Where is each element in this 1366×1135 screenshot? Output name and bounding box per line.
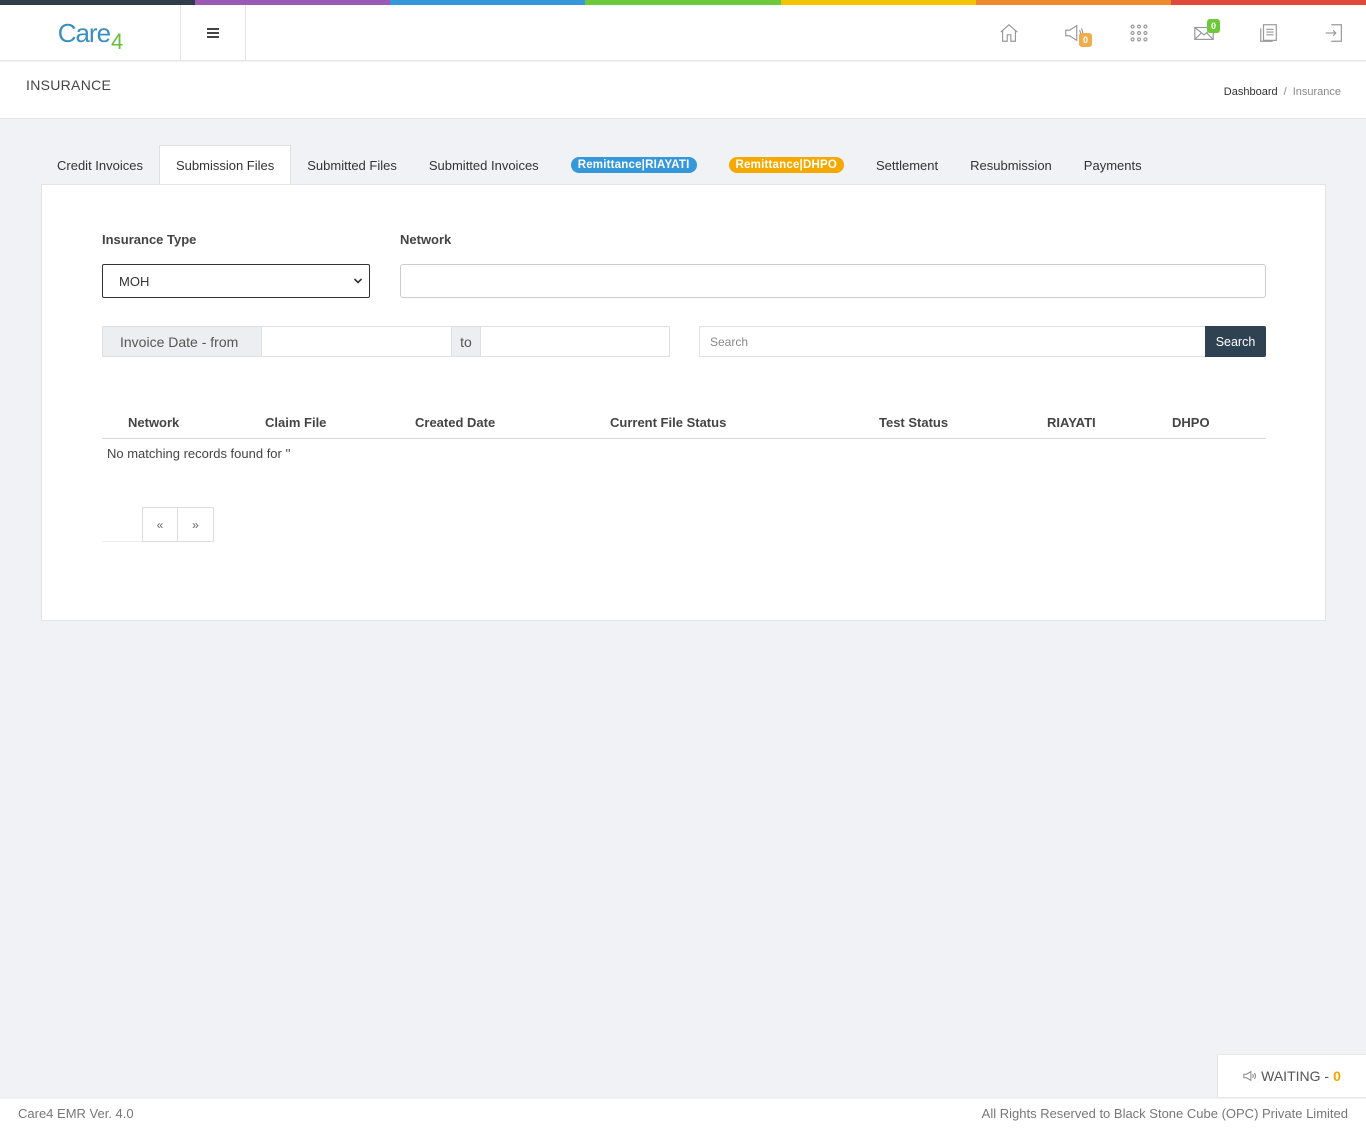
megaphone-icon: [1243, 1070, 1257, 1082]
tab-label: Submission Files: [175, 158, 275, 173]
column-dhpo[interactable]: DHPO: [1172, 415, 1210, 430]
empty-table-message: No matching records found for '': [107, 446, 291, 461]
app-version: Care4 EMR Ver. 4.0: [18, 1106, 134, 1121]
logout-button[interactable]: [1301, 5, 1366, 61]
table-header: Network Claim File Created Date Current …: [102, 413, 1266, 439]
tab-credit-invoices[interactable]: Credit Invoices: [41, 145, 159, 185]
logo-text: Care: [57, 17, 111, 48]
column-current-file-status[interactable]: Current File Status: [610, 415, 726, 430]
messages-button[interactable]: 0: [1171, 5, 1236, 61]
tab-label: Submitted Invoices: [428, 157, 539, 173]
home-button[interactable]: [976, 5, 1041, 61]
tab-label: Payments: [1083, 157, 1142, 173]
home-icon: [999, 23, 1018, 42]
copyright-text: All Rights Reserved to Black Stone Cube …: [981, 1106, 1348, 1121]
insurance-tabs: Credit Invoices Submission Files Submitt…: [41, 145, 1158, 185]
remittance-dhpo-pill: Remittance|DHPO: [728, 157, 844, 173]
search-input[interactable]: Search: [699, 326, 1206, 357]
breadcrumb-separator: /: [1283, 86, 1287, 98]
column-network[interactable]: Network: [128, 415, 179, 430]
tab-label: Submitted Files: [307, 157, 397, 173]
logout-icon: [1325, 24, 1342, 42]
next-page-button[interactable]: »: [178, 507, 214, 542]
tab-submitted-invoices[interactable]: Submitted Invoices: [413, 145, 555, 185]
reports-button[interactable]: [1236, 5, 1301, 61]
hamburger-icon: [207, 26, 219, 40]
breadcrumb: Dashboard / Insurance: [1224, 86, 1341, 98]
logo-suffix: 4: [111, 28, 123, 54]
column-claim-file[interactable]: Claim File: [265, 415, 326, 430]
chevron-down-icon: [353, 278, 363, 284]
breadcrumb-current: Insurance: [1292, 86, 1341, 98]
previous-page-button[interactable]: «: [142, 507, 178, 542]
app-logo: Care4: [57, 17, 124, 54]
waiting-queue-widget[interactable]: WAITING -0: [1217, 1054, 1366, 1098]
tab-submitted-files[interactable]: Submitted Files: [291, 145, 413, 185]
tab-label: Resubmission: [970, 157, 1052, 173]
messages-count-badge: 0: [1207, 19, 1221, 33]
tab-resubmission[interactable]: Resubmission: [954, 145, 1068, 185]
footer: Care4 EMR Ver. 4.0 All Rights Reserved t…: [0, 1099, 1366, 1135]
document-icon: [1259, 24, 1277, 42]
invoice-date-range: Invoice Date - from to: [102, 326, 670, 357]
date-from-input[interactable]: [262, 326, 451, 357]
apps-grid-icon: [1130, 24, 1147, 42]
announcements-button[interactable]: 0: [1041, 5, 1106, 61]
tab-remittance-riayati[interactable]: Remittance|RIAYATI: [555, 145, 713, 185]
column-riayati[interactable]: RIAYATI: [1047, 415, 1096, 430]
tab-label: Credit Invoices: [57, 157, 143, 173]
tab-settlement[interactable]: Settlement: [860, 145, 954, 185]
pagination: « »: [142, 507, 214, 542]
tab-remittance-dhpo[interactable]: Remittance|DHPO: [713, 145, 860, 185]
breadcrumb-dashboard-link[interactable]: Dashboard: [1224, 86, 1278, 98]
menu-toggle-button[interactable]: [181, 5, 246, 61]
logo-container[interactable]: Care4: [0, 5, 181, 61]
waiting-label: WAITING -: [1261, 1068, 1330, 1084]
page-header: INSURANCE Dashboard / Insurance: [0, 62, 1366, 119]
waiting-count: 0: [1333, 1068, 1341, 1084]
page-title: INSURANCE: [26, 77, 112, 93]
apps-button[interactable]: [1106, 5, 1171, 61]
search-button[interactable]: Search: [1205, 326, 1266, 357]
column-test-status[interactable]: Test Status: [879, 415, 948, 430]
tab-submission-files[interactable]: Submission Files: [158, 145, 292, 185]
insurance-type-label: Insurance Type: [102, 232, 197, 247]
date-to-input[interactable]: [481, 326, 670, 357]
date-to-label: to: [451, 326, 481, 357]
tab-payments[interactable]: Payments: [1068, 145, 1158, 185]
announcements-count-badge: 0: [1079, 33, 1093, 47]
network-label: Network: [400, 232, 452, 247]
submission-files-panel: Insurance Type Network MOH Invoice Date …: [41, 184, 1326, 621]
top-navbar: Care4 0 0: [0, 5, 1366, 61]
remittance-riayati-pill: Remittance|RIAYATI: [570, 157, 697, 173]
top-icon-bar: 0 0: [976, 5, 1366, 61]
insurance-type-select[interactable]: MOH: [102, 264, 370, 298]
network-input[interactable]: [400, 264, 1266, 298]
pagination-divider: [102, 541, 142, 542]
insurance-type-value: MOH: [119, 273, 150, 289]
tab-label: Settlement: [875, 157, 939, 173]
column-created-date[interactable]: Created Date: [415, 415, 495, 430]
date-from-label: Invoice Date - from: [102, 326, 262, 357]
